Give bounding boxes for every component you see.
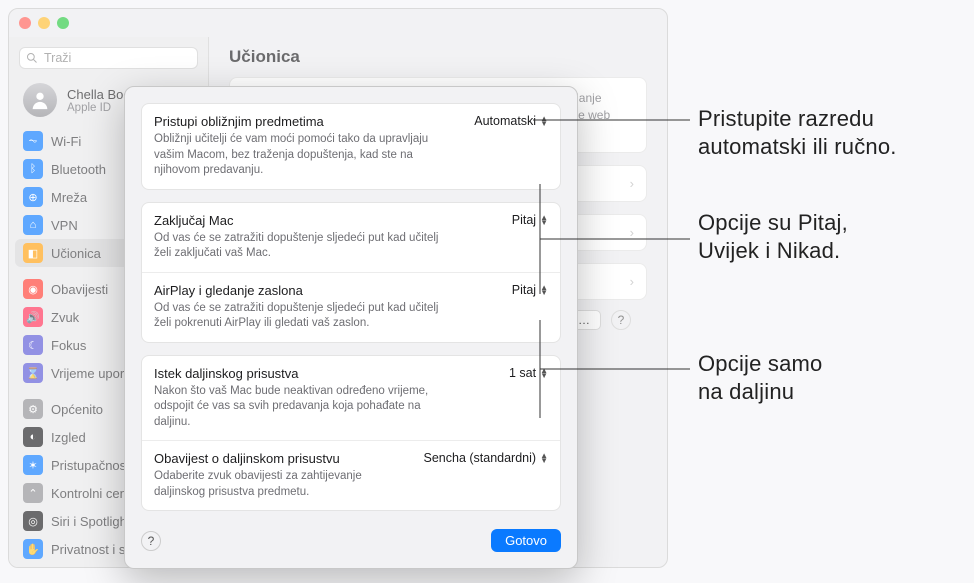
sidebar-icon: ⌛ [23,363,43,383]
popup-value: Automatski [474,114,536,128]
sidebar-icon: ⚙ [23,399,43,419]
sidebar-icon: ◉ [23,279,43,299]
join-nearby-popup[interactable]: Automatski ▲▼ [474,114,548,128]
sidebar-icon: ✋ [23,539,43,559]
sidebar-item-label: Mreža [51,190,87,205]
sidebar-icon: ◎ [23,511,43,531]
remote-timeout-popup[interactable]: 1 sat ▲▼ [509,366,548,380]
help-button[interactable]: ? [611,310,631,330]
sidebar-icon: ⌃ [23,483,43,503]
sidebar-item-label: Pristupačnost [51,458,130,473]
remote-sound-popup[interactable]: Sencha (standardni) ▲▼ [424,451,549,465]
setting-title: AirPlay i gledanje zaslona [154,283,454,298]
sidebar-icon: ◧ [23,243,43,263]
sidebar-item-label: Izgled [51,430,86,445]
search-placeholder: Traži [44,51,71,65]
chevron-right-icon: › [630,274,634,289]
chevron-updown-icon: ▲▼ [540,368,548,378]
callout-ask-options: Opcije su Pitaj,Uvijek i Nikad. [698,209,848,265]
zoom-window-icon[interactable] [57,17,69,29]
popup-value: Pitaj [512,283,536,297]
setting-title: Zaključaj Mac [154,213,454,228]
callout-join-mode: Pristupite razreduautomatski ili ručno. [698,105,897,161]
sidebar-item-label: Bluetooth [51,162,106,177]
sidebar-item-label: Wi-Fi [51,134,81,149]
settings-group-remote: Istek daljinskog prisustva Nakon što vaš… [141,355,561,512]
setting-title: Istek daljinskog prisustva [154,366,454,381]
setting-title: Obavijest o daljinskom prisustvu [154,451,414,466]
setting-title: Pristupi obližnjim predmetima [154,114,454,129]
sidebar-icon: ⏦ [23,131,43,151]
setting-description: Odaberite zvuk obavijesti za zahtijevanj… [154,469,414,500]
chevron-right-icon: › [630,176,634,191]
chevron-updown-icon: ▲▼ [540,285,548,295]
setting-description: Od vas će se zatražiti dopuštenje sljede… [154,301,454,332]
popup-value: Pitaj [512,213,536,227]
popup-value: 1 sat [509,366,536,380]
search-input[interactable]: Traži [19,47,198,69]
sidebar-item-label: Učionica [51,246,101,261]
setting-description: Od vas će se zatražiti dopuštenje sljede… [154,231,454,262]
setting-remote-sound: Obavijest o daljinskom prisustvu Odaberi… [142,441,560,510]
minimize-window-icon[interactable] [38,17,50,29]
sidebar-icon: ⌂ [23,215,43,235]
titlebar [9,9,667,37]
user-subtitle: Apple ID [67,102,131,114]
setting-airplay-screen: AirPlay i gledanje zaslona Od vas će se … [142,273,560,342]
sidebar-item-label: Siri i Spotlight [51,514,130,529]
sidebar-icon: 🔊 [23,307,43,327]
sidebar-icon: ᛒ [23,159,43,179]
avatar [23,83,57,117]
search-icon [26,52,38,64]
chevron-right-icon: › [630,225,634,240]
sidebar-item-label: Obavijesti [51,282,108,297]
sidebar-item-label: Zvuk [51,310,79,325]
settings-sheet: Pristupi obližnjim predmetima Obližnji u… [124,86,578,569]
setting-description: Nakon što vaš Mac bude neaktivan određen… [154,384,454,431]
chevron-updown-icon: ▲▼ [540,215,548,225]
settings-group-nearby: Pristupi obližnjim predmetima Obližnji u… [141,103,561,190]
done-button[interactable]: Gotovo [491,529,561,552]
popup-value: Sencha (standardni) [424,451,537,465]
chevron-updown-icon: ▲▼ [540,453,548,463]
setting-remote-timeout: Istek daljinskog prisustva Nakon što vaš… [142,356,560,442]
sidebar-icon: ◐ [23,427,43,447]
sidebar-icon: ☾ [23,335,43,355]
help-button[interactable]: ? [141,531,161,551]
user-name: Chella Boe [67,87,131,102]
page-title: Učionica [229,47,647,67]
chevron-updown-icon: ▲▼ [540,116,548,126]
settings-group-permissions: Zaključaj Mac Od vas će se zatražiti dop… [141,202,561,343]
sidebar-item-label: Fokus [51,338,86,353]
close-window-icon[interactable] [19,17,31,29]
sidebar-icon: ✶ [23,455,43,475]
airplay-popup[interactable]: Pitaj ▲▼ [512,283,548,297]
lock-mac-popup[interactable]: Pitaj ▲▼ [512,213,548,227]
sidebar-item-label: VPN [51,218,78,233]
setting-lock-mac: Zaključaj Mac Od vas će se zatražiti dop… [142,203,560,273]
callout-remote-only: Opcije samona daljinu [698,350,822,406]
setting-join-nearby: Pristupi obližnjim predmetima Obližnji u… [142,104,560,189]
setting-description: Obližnji učitelji će vam moći pomoći tak… [154,132,454,179]
sidebar-item-label: Općenito [51,402,103,417]
sidebar-icon: ⊕ [23,187,43,207]
